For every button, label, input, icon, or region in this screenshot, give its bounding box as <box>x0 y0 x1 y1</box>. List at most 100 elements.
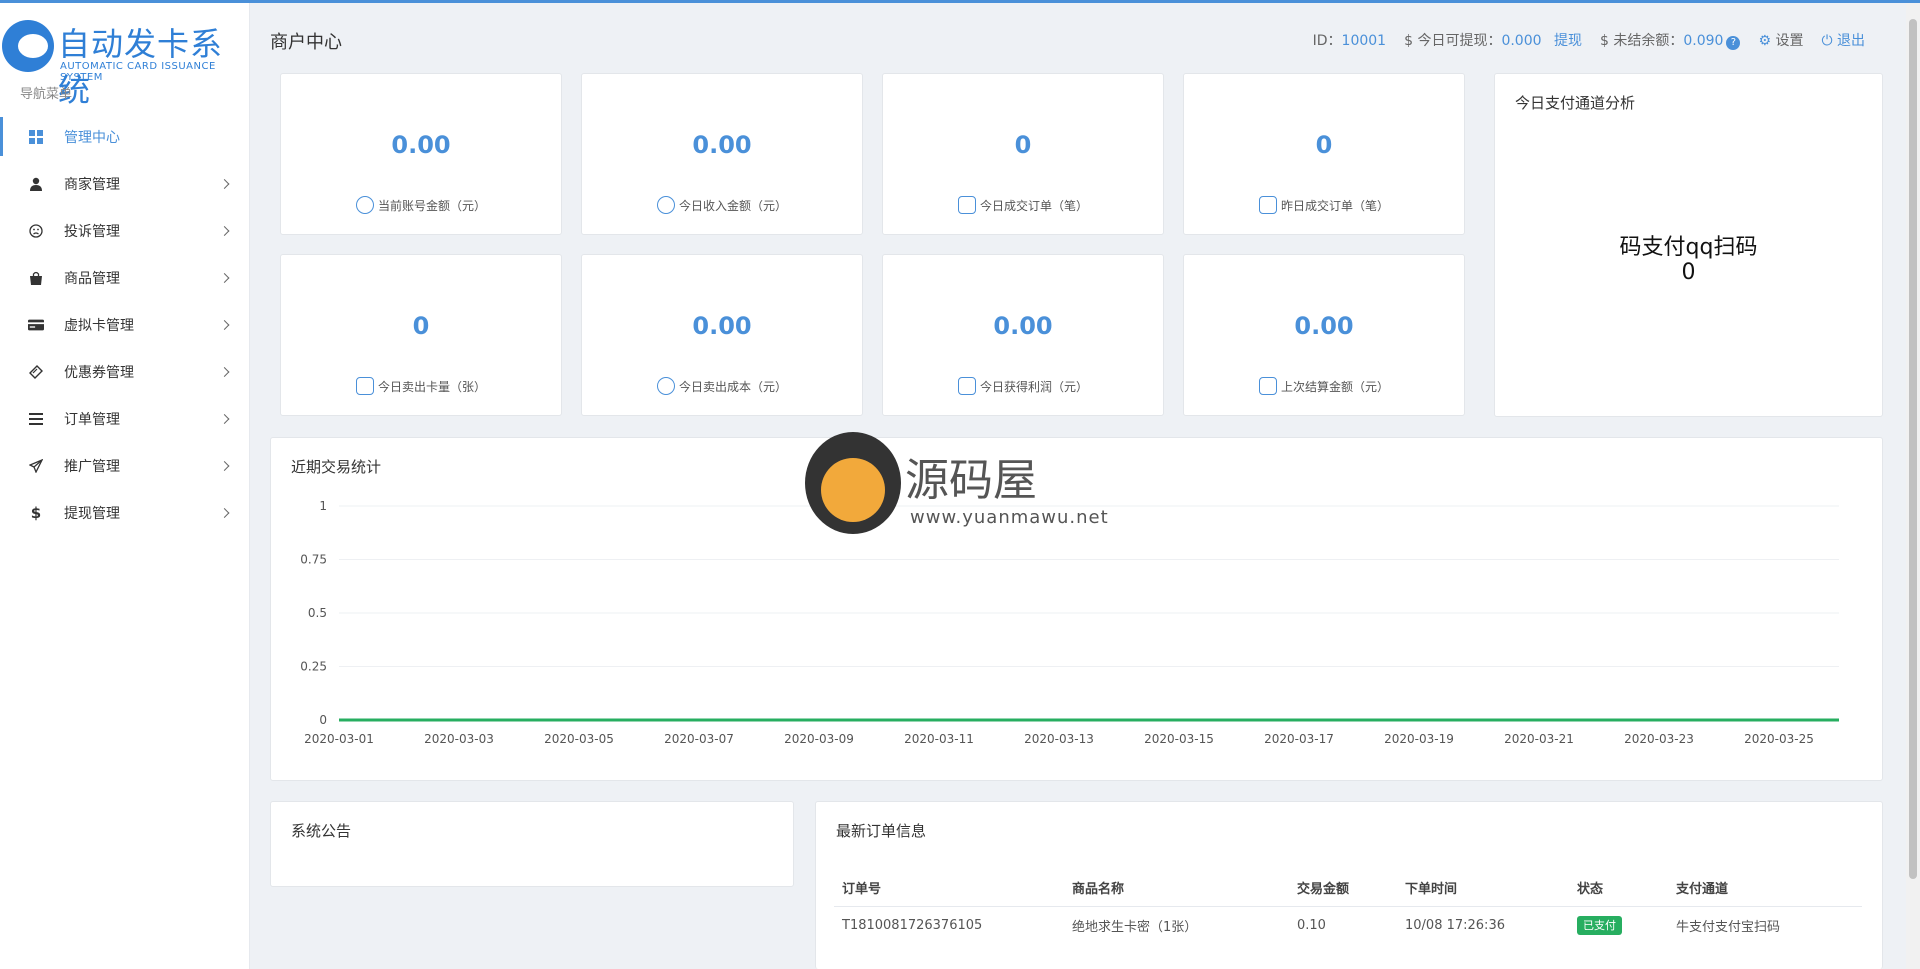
stat-value: 0.00 <box>1294 312 1354 340</box>
x-tick-label: 2020-03-07 <box>664 732 734 746</box>
chevron-right-icon <box>219 319 230 330</box>
x-tick-label: 2020-03-11 <box>904 732 974 746</box>
y-tick-label: 0.25 <box>300 660 327 674</box>
chevron-right-icon <box>219 460 230 471</box>
x-tick-label: 2020-03-17 <box>1264 732 1334 746</box>
column-header: 支付通道 <box>1668 870 1862 907</box>
product-name: 绝地求生卡密（1张） <box>1072 919 1198 935</box>
stat-label: 今日成交订单（笔） <box>979 198 1088 213</box>
status-badge: 已支付 <box>1577 916 1622 936</box>
x-tick-label: 2020-03-01 <box>304 732 374 746</box>
logout-button[interactable]: ⏻ 退出 <box>1821 30 1865 50</box>
sidebar: 自动发卡系统 AUTOMATIC CARD ISSUANCE SYSTEM 导航… <box>0 3 250 969</box>
stat-label: 上次结算金额（元） <box>1280 379 1389 394</box>
wallet-icon <box>957 377 976 395</box>
money-bag-icon <box>355 196 374 214</box>
stat-value: 0 <box>1315 131 1333 159</box>
sad-face-icon <box>28 223 44 239</box>
sidebar-item-merchants[interactable]: 商家管理 <box>0 160 250 207</box>
channel-name: 码支付qq扫码 <box>1619 235 1758 260</box>
y-tick-label: 1 <box>319 499 327 513</box>
logo-subtitle: AUTOMATIC CARD ISSUANCE SYSTEM <box>60 61 216 83</box>
x-tick-label: 2020-03-25 <box>1744 732 1814 746</box>
stat-value: 0 <box>412 312 430 340</box>
watermark-text: 源码屋 <box>905 455 1037 506</box>
scrollbar-thumb[interactable] <box>1909 19 1917 879</box>
stat-label: 当前账号金额（元） <box>377 198 486 213</box>
withdraw-link[interactable]: 提现 <box>1554 33 1582 49</box>
order-id: T1810081726376105 <box>842 917 983 933</box>
help-icon[interactable]: ? <box>1726 36 1741 50</box>
y-tick-label: 0 <box>319 713 327 727</box>
chevron-right-icon <box>219 272 230 283</box>
stat-card-today-cost: 0.00 今日卖出成本（元） <box>581 254 863 416</box>
list-icon <box>28 411 44 427</box>
sidebar-item-dashboard[interactable]: 管理中心 <box>0 113 250 160</box>
logo[interactable]: 自动发卡系统 AUTOMATIC CARD ISSUANCE SYSTEM <box>0 17 250 109</box>
sidebar-item-label: 优惠券管理 <box>64 364 134 381</box>
stat-card-last-settlement: 0.00 上次结算金额（元） <box>1183 254 1465 416</box>
stat-card-today-income: 0.00 今日收入金额（元） <box>581 73 863 235</box>
chevron-right-icon <box>219 366 230 377</box>
settings-button[interactable]: ⚙ 设置 <box>1758 30 1803 50</box>
stat-value: 0.00 <box>692 131 752 159</box>
system-notice-card: 系统公告 <box>270 801 794 887</box>
x-tick-label: 2020-03-23 <box>1624 732 1694 746</box>
shopping-bag-icon <box>28 270 44 286</box>
watermark: 源码屋 www.yuanmawu.net <box>805 432 1125 537</box>
table-header-row: 订单号 商品名称 交易金额 下单时间 状态 支付通道 <box>834 870 1862 907</box>
sidebar-item-label: 商品管理 <box>64 270 120 287</box>
ticket-icon <box>28 364 44 380</box>
watermark-url: www.yuanmawu.net <box>910 507 1109 528</box>
logo-icon <box>2 20 54 72</box>
credit-card-icon <box>28 317 44 333</box>
monkey-logo-icon <box>805 432 901 534</box>
sidebar-item-label: 虚拟卡管理 <box>64 317 134 334</box>
yen-coin-icon <box>656 196 675 214</box>
sidebar-item-label: 提现管理 <box>64 505 120 522</box>
payment-channel: 牛支付支付宝扫码 <box>1676 919 1781 935</box>
y-tick-label: 0.75 <box>300 553 327 567</box>
x-tick-label: 2020-03-21 <box>1504 732 1574 746</box>
stat-card-today-profit: 0.00 今日获得利润（元） <box>882 254 1164 416</box>
column-header: 订单号 <box>834 870 1064 907</box>
shopping-bag-icon <box>957 196 976 214</box>
x-tick-label: 2020-03-09 <box>784 732 854 746</box>
stat-label: 今日卖出成本（元） <box>678 379 787 394</box>
sidebar-item-coupons[interactable]: 优惠券管理 <box>0 348 250 395</box>
sidebar-item-label: 推广管理 <box>64 458 120 475</box>
stat-card-today-cards-sold: 0 今日卖出卡量（张） <box>280 254 562 416</box>
order-amount: 0.10 <box>1297 917 1326 933</box>
sidebar-item-orders[interactable]: 订单管理 <box>0 395 250 442</box>
x-tick-label: 2020-03-19 <box>1384 732 1454 746</box>
sidebar-item-withdrawals[interactable]: $ 提现管理 <box>0 489 250 536</box>
header-toolbar: ID：10001 $ 今日可提现：0.000 提现 $ 未结余额：0.090? … <box>1313 30 1865 50</box>
orders-table: 订单号 商品名称 交易金额 下单时间 状态 支付通道 T181008172637… <box>834 870 1862 944</box>
withdrawable-balance: $ 今日可提现：0.000 提现 <box>1404 33 1582 49</box>
sidebar-item-complaints[interactable]: 投诉管理 <box>0 207 250 254</box>
dollar-icon: $ <box>30 503 42 522</box>
latest-orders-card: 最新订单信息 订单号 商品名称 交易金额 下单时间 状态 支付通道 T18100… <box>815 801 1883 969</box>
column-header: 交易金额 <box>1289 870 1397 907</box>
sidebar-item-promotion[interactable]: 推广管理 <box>0 442 250 489</box>
vertical-scrollbar[interactable] <box>1906 3 1920 969</box>
chevron-right-icon <box>219 225 230 236</box>
sidebar-item-label: 商家管理 <box>64 176 120 193</box>
stat-value: 0.00 <box>391 131 451 159</box>
card-title: 最新订单信息 <box>836 822 927 840</box>
stat-value: 0.00 <box>692 312 752 340</box>
sidebar-item-products[interactable]: 商品管理 <box>0 254 250 301</box>
column-header: 状态 <box>1569 870 1668 907</box>
card-title: 今日支付通道分析 <box>1515 94 1636 112</box>
x-tick-label: 2020-03-15 <box>1144 732 1214 746</box>
sidebar-item-virtual-cards[interactable]: 虚拟卡管理 <box>0 301 250 348</box>
hand-money-icon <box>1258 377 1277 395</box>
column-header: 商品名称 <box>1064 870 1289 907</box>
chevron-right-icon <box>219 178 230 189</box>
table-row[interactable]: T1810081726376105 绝地求生卡密（1张） 0.10 10/08 … <box>834 906 1862 944</box>
paper-plane-icon <box>28 458 44 474</box>
coin-stack-icon <box>656 377 675 395</box>
stat-value: 0.00 <box>993 312 1053 340</box>
stat-label: 今日获得利润（元） <box>979 379 1088 394</box>
dashboard-icon <box>28 129 44 145</box>
